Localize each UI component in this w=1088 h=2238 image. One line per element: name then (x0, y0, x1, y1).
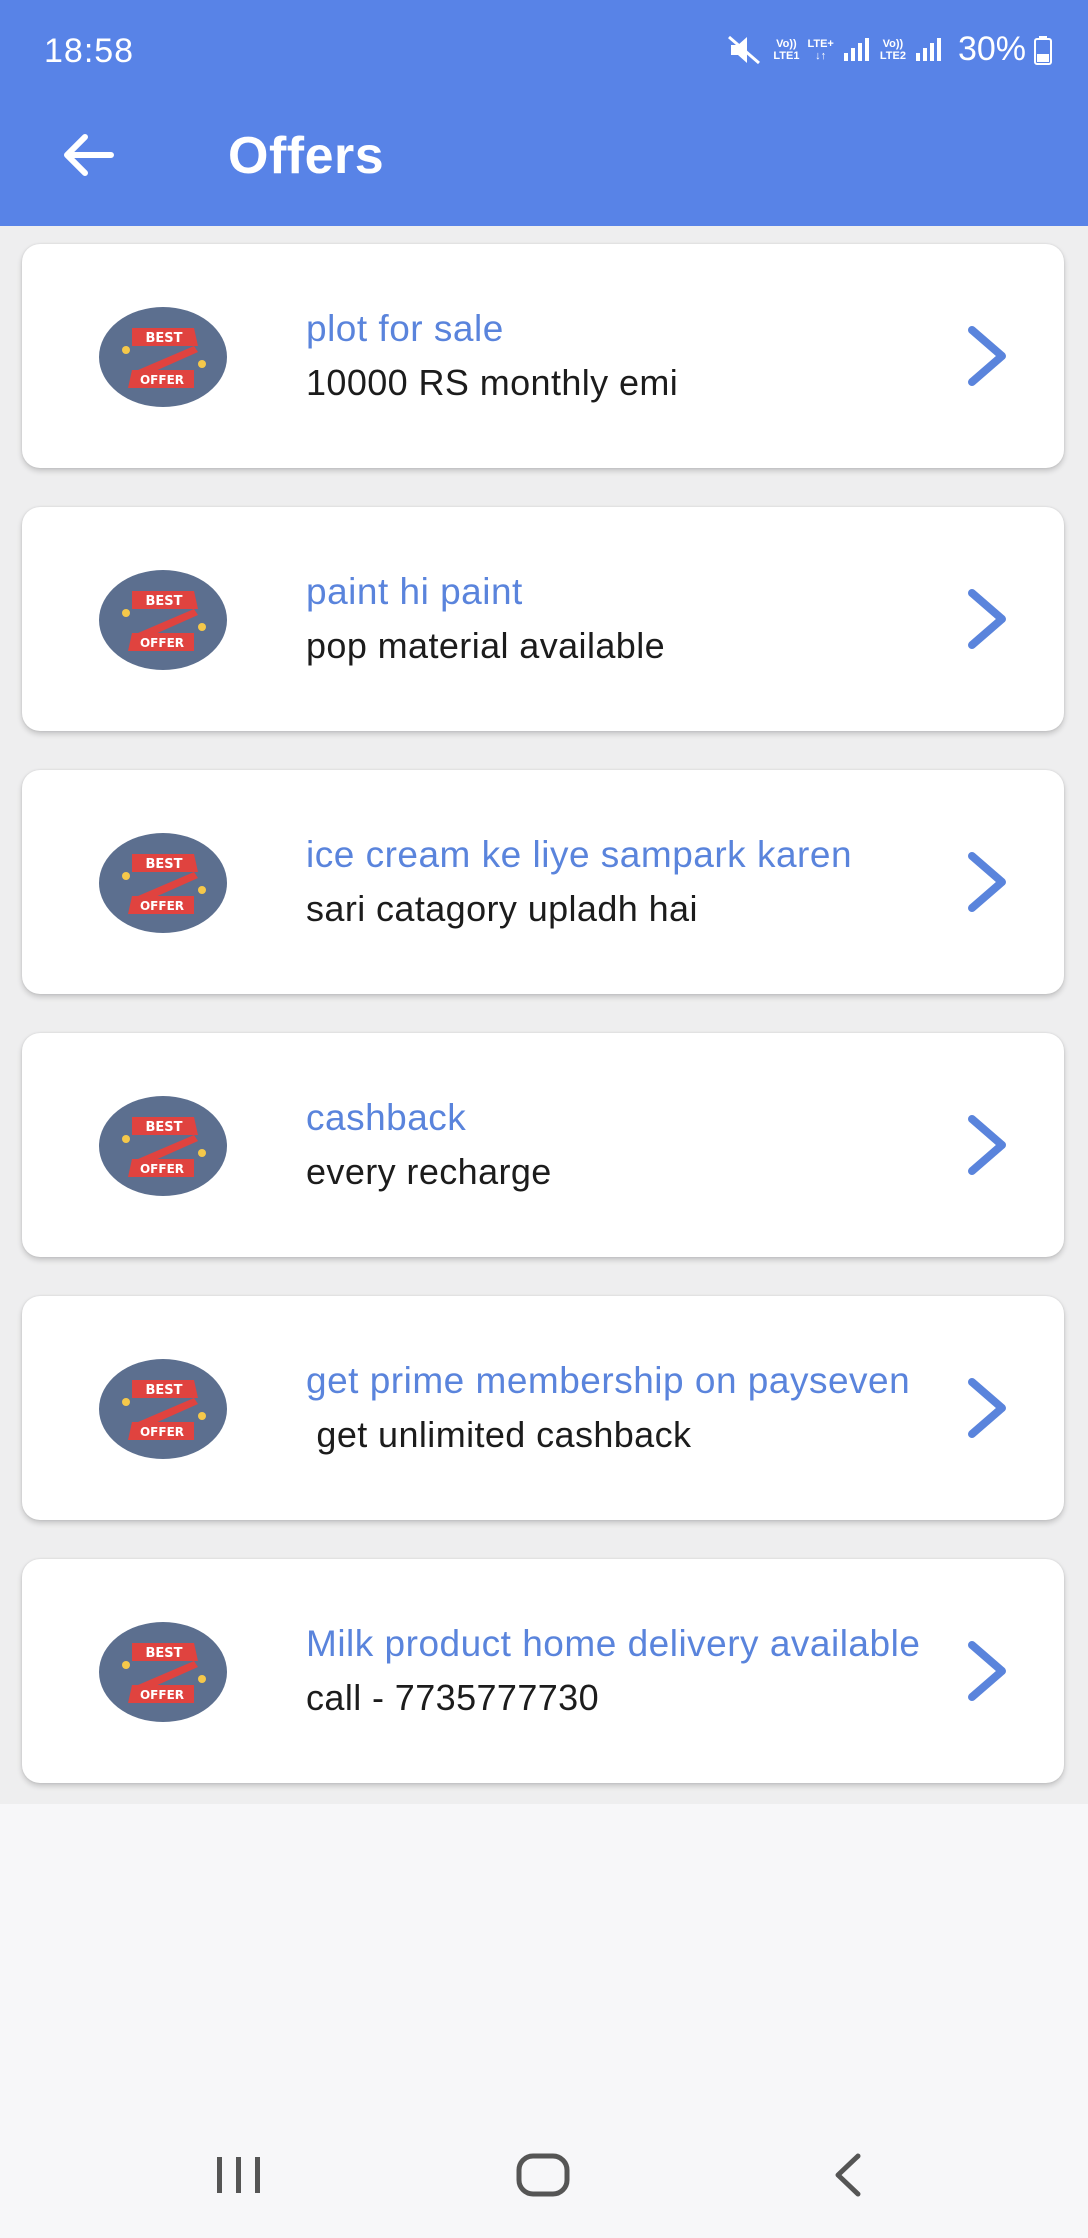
list-item: BEST OFFER ice cream ke liye sampark kar… (0, 752, 1088, 1015)
offer-title: plot for sale (306, 308, 504, 349)
offer-text: paint hi paint pop material available (306, 507, 946, 731)
header: 18:58 Vo)) LTE1 LTE+ ↓↑ Vo)) LTE2 30% Of… (0, 0, 1088, 226)
offer-card[interactable]: BEST OFFER Milk product home delivery av… (22, 1559, 1064, 1783)
offer-card[interactable]: BEST OFFER plot for sale 10000 RS monthl… (22, 244, 1064, 468)
network-2-label: Vo)) LTE2 (880, 38, 906, 62)
offer-text: get prime membership on payseven get unl… (306, 1296, 946, 1520)
status-time: 18:58 (44, 32, 135, 70)
list-item: BEST OFFER get prime membership on payse… (0, 1278, 1088, 1541)
chevron-right-icon (968, 589, 1006, 649)
home-icon (516, 2153, 570, 2197)
offer-title: get prime membership on payseven (306, 1360, 911, 1401)
net1-bottom: LTE1 (773, 49, 800, 62)
svg-text:OFFER: OFFER (140, 1425, 184, 1439)
net1-arrows-icon: ↓↑ (815, 49, 827, 62)
chevron-right-icon (968, 1378, 1006, 1438)
net1-top: Vo)) (776, 37, 797, 50)
offer-text: ice cream ke liye sampark karen sari cat… (306, 770, 946, 994)
svg-text:BEST: BEST (145, 594, 182, 609)
best-offer-badge: BEST OFFER (99, 1096, 227, 1196)
svg-text:BEST: BEST (145, 331, 182, 346)
offer-subtitle: 10000 RS monthly emi (306, 362, 679, 403)
svg-text:BEST: BEST (145, 1383, 182, 1398)
offer-card[interactable]: BEST OFFER get prime membership on payse… (22, 1296, 1064, 1520)
offer-subtitle: every recharge (306, 1151, 552, 1192)
chevron-right-icon (968, 1115, 1006, 1175)
best-offer-badge: BEST OFFER (99, 1359, 227, 1459)
net1-type: LTE+ (807, 37, 834, 50)
offer-text: Milk product home delivery available cal… (306, 1559, 946, 1783)
offer-title: Milk product home delivery available (306, 1623, 921, 1664)
chevron-right-icon (968, 852, 1006, 912)
offer-title: paint hi paint (306, 571, 523, 612)
offer-card[interactable]: BEST OFFER cashback every recharge (22, 1033, 1064, 1257)
svg-text:OFFER: OFFER (140, 1162, 184, 1176)
best-offer-badge: BEST OFFER (99, 570, 227, 670)
system-nav-bar (0, 2112, 1088, 2238)
offer-subtitle: pop material available (306, 625, 666, 666)
net2-top: Vo)) (882, 37, 904, 50)
network-type-label: LTE+ ↓↑ (807, 38, 833, 62)
list-item: BEST OFFER Milk product home delivery av… (0, 1541, 1088, 1804)
network-1-label: Vo)) LTE1 (773, 38, 799, 62)
mute-icon (725, 33, 765, 67)
offer-title: ice cream ke liye sampark karen (306, 834, 853, 875)
list-item: BEST OFFER cashback every recharge (0, 1015, 1088, 1278)
recent-apps-button[interactable] (194, 2140, 284, 2210)
battery-level: 30% (957, 30, 1026, 68)
chevron-right-icon (968, 1641, 1006, 1701)
back-button[interactable] (52, 120, 122, 190)
offer-subtitle: get unlimited cashback (306, 1414, 692, 1455)
back-icon (835, 2153, 861, 2197)
arrow-left-icon (64, 134, 114, 176)
offers-screen: 18:58 Vo)) LTE1 LTE+ ↓↑ Vo)) LTE2 30% Of… (0, 0, 1088, 2238)
page-title: Offers (228, 127, 385, 185)
signal-icon (914, 37, 944, 63)
system-back-button[interactable] (804, 2140, 894, 2210)
best-offer-badge: BEST OFFER (99, 1622, 227, 1722)
chevron-right-icon (968, 326, 1006, 386)
list-item: BEST OFFER plot for sale 10000 RS monthl… (0, 226, 1088, 489)
offer-text: plot for sale 10000 RS monthly emi (306, 244, 946, 468)
offer-text: cashback every recharge (306, 1033, 946, 1257)
svg-text:BEST: BEST (145, 1120, 182, 1135)
svg-text:BEST: BEST (145, 1646, 182, 1661)
svg-text:OFFER: OFFER (140, 373, 184, 387)
offer-card[interactable]: BEST OFFER paint hi paint pop material a… (22, 507, 1064, 731)
offer-card[interactable]: BEST OFFER ice cream ke liye sampark kar… (22, 770, 1064, 994)
offers-list: BEST OFFER plot for sale 10000 RS monthl… (0, 226, 1088, 1804)
offer-subtitle: sari catagory upladh hai (306, 888, 698, 929)
offer-subtitle: call - 7735777730 (306, 1677, 600, 1718)
svg-text:OFFER: OFFER (140, 1688, 184, 1702)
offer-title: cashback (306, 1097, 467, 1138)
battery-icon (1034, 35, 1052, 65)
best-offer-badge: BEST OFFER (99, 833, 227, 933)
net2-bottom: LTE2 (879, 49, 906, 62)
best-offer-badge: BEST OFFER (99, 307, 227, 407)
svg-text:BEST: BEST (145, 857, 182, 872)
svg-text:OFFER: OFFER (140, 636, 184, 650)
recent-apps-icon (217, 2157, 260, 2193)
home-button[interactable] (498, 2140, 588, 2210)
status-icons: Vo)) LTE1 LTE+ ↓↑ Vo)) LTE2 30% (725, 30, 1052, 69)
list-item: BEST OFFER paint hi paint pop material a… (0, 489, 1088, 752)
svg-text:OFFER: OFFER (140, 899, 184, 913)
signal-icon (842, 37, 872, 63)
